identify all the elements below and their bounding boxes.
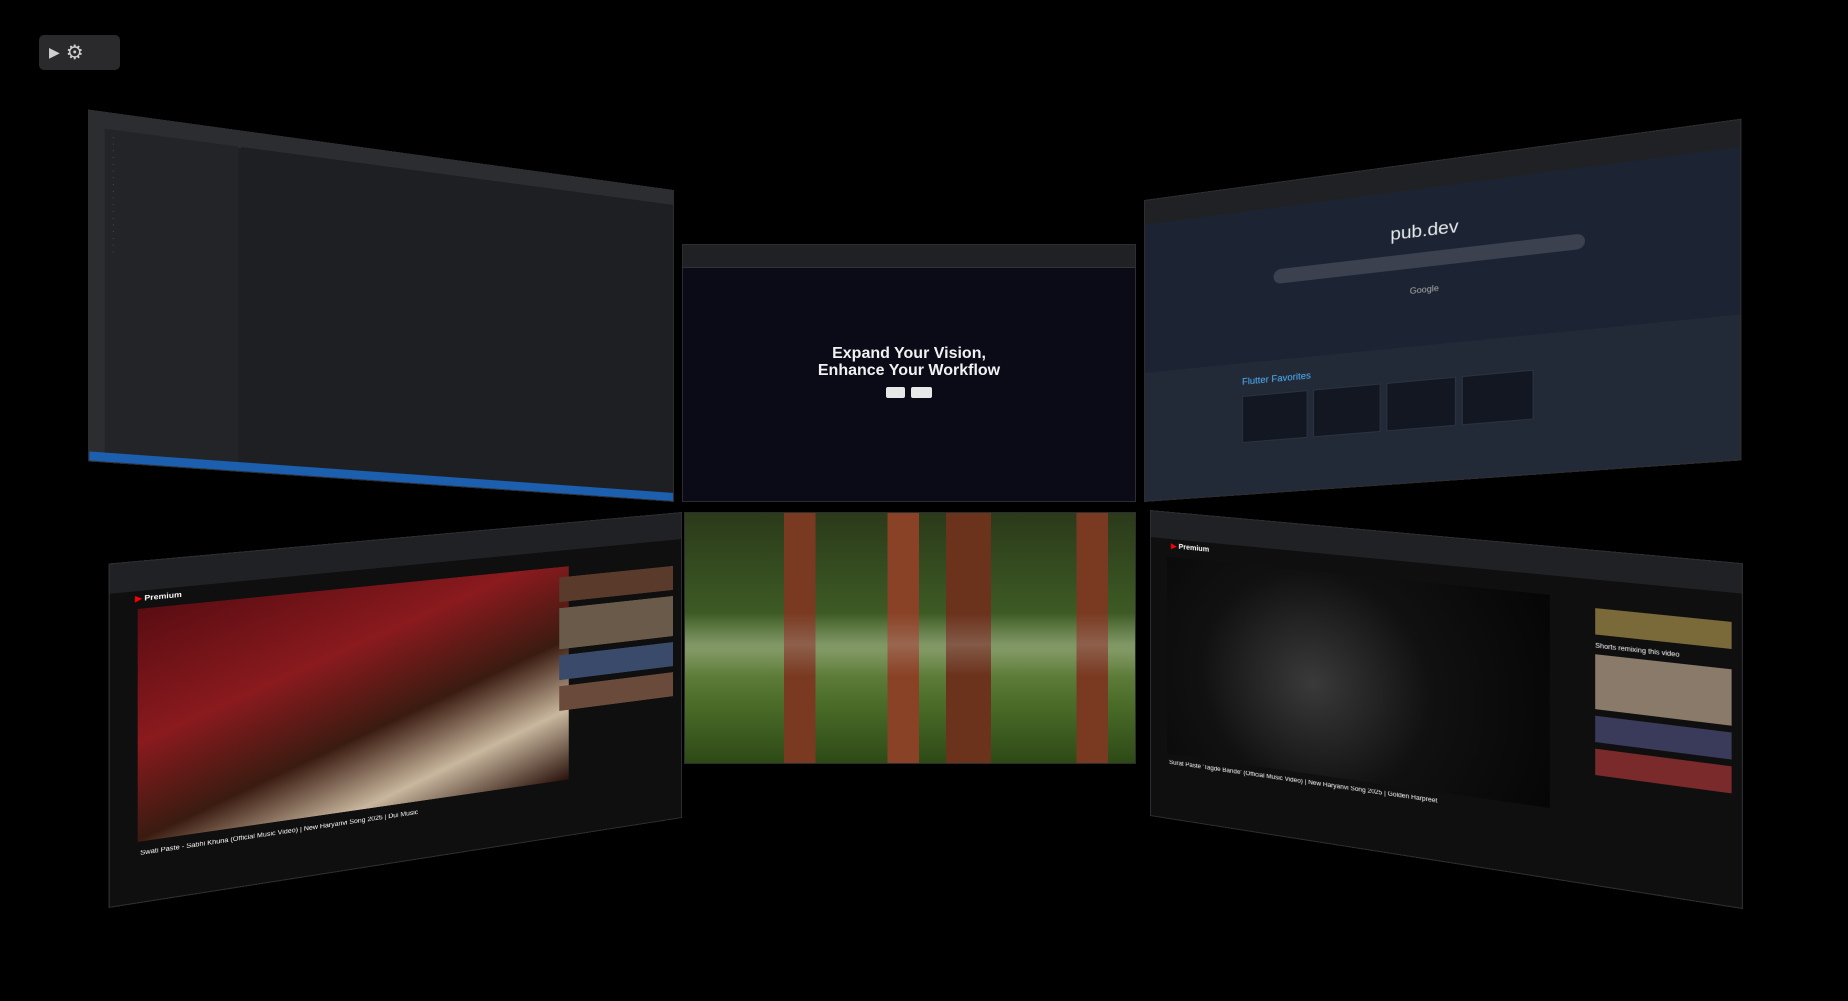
youtube-logo[interactable]: ▶ Premium xyxy=(135,590,182,603)
package-card[interactable] xyxy=(1242,390,1308,444)
ide-window[interactable]: · · · · · · · · · · · · · · · · · · xyxy=(88,109,674,502)
youtube-brand: Premium xyxy=(144,591,182,603)
hero-headline-line-2: Enhance Your Workflow xyxy=(817,362,1001,379)
recommendation-thumbnail[interactable] xyxy=(559,595,673,650)
ide-activity-bar xyxy=(89,126,105,453)
forest-video-window[interactable] xyxy=(684,512,1136,764)
youtube-brand: Premium xyxy=(1178,543,1210,554)
hero-headline-line-1: Expand Your Vision, xyxy=(832,345,986,362)
pubdev-window[interactable]: pub.dev Google Flutter Favorites xyxy=(1144,118,1742,502)
hero-secondary-button[interactable] xyxy=(911,387,932,398)
hero-primary-button[interactable] xyxy=(886,387,906,398)
ide-editor xyxy=(240,146,673,493)
package-card[interactable] xyxy=(1313,383,1381,438)
youtube-window-right[interactable]: ▶ Premium Surat Paste 'Tagde Bande' (Off… xyxy=(1150,510,1744,910)
window-wall: · · · · · · · · · · · · · · · · · · Expand Your Vision,… xyxy=(0,0,1848,1001)
recommendation-thumbnail[interactable] xyxy=(559,565,673,603)
browser-toolbar xyxy=(683,245,1135,268)
youtube-logo[interactable]: ▶ Premium xyxy=(1171,542,1209,554)
youtube-window-left[interactable]: ▶ Premium Swati Paste - Sabhi Khuna (Off… xyxy=(108,512,683,909)
hero-section: Expand Your Vision, Enhance Your Workflo… xyxy=(683,345,1135,398)
forest-mist xyxy=(685,613,1135,676)
ide-file-tree: · · · · · · · · · · · · · · · · · · xyxy=(104,128,239,463)
package-card[interactable] xyxy=(1461,369,1534,426)
recommendations-sidebar xyxy=(559,565,673,826)
recommendation-thumbnail[interactable] xyxy=(1595,608,1732,649)
landing-page-window[interactable]: Expand Your Vision, Enhance Your Workflo… xyxy=(682,244,1136,502)
hero-headline: Expand Your Vision, Enhance Your Workflo… xyxy=(683,345,1135,379)
package-card[interactable] xyxy=(1386,376,1456,432)
recommendations-sidebar: Shorts remixing this video xyxy=(1595,608,1732,895)
hero-buttons xyxy=(683,387,1135,398)
shorts-thumbnail[interactable] xyxy=(1595,654,1732,726)
